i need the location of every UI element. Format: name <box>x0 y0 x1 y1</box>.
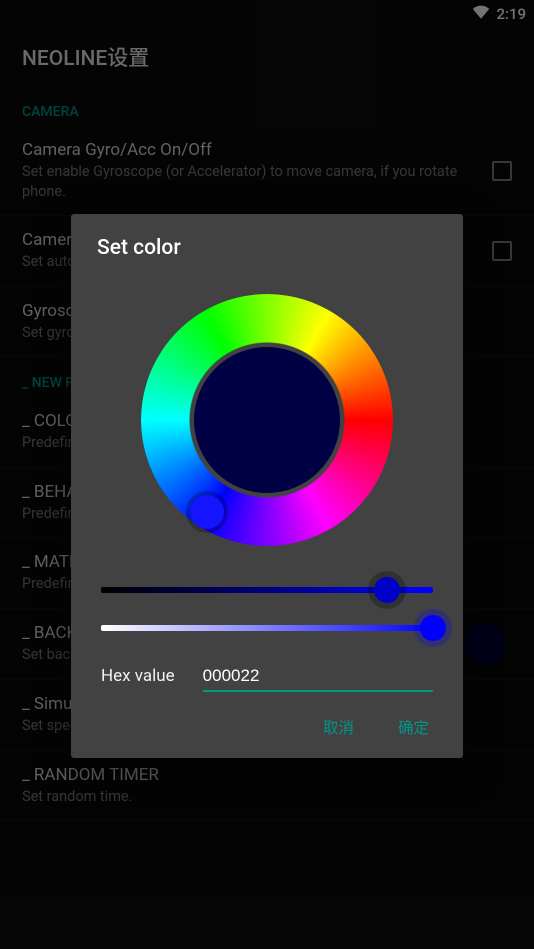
color-dialog: Set color Hex value 取消 确定 <box>71 214 463 758</box>
color-wheel[interactable] <box>141 294 393 546</box>
dialog-title: Set color <box>97 236 437 260</box>
hue-thumb[interactable] <box>190 495 224 529</box>
color-preview <box>194 347 340 493</box>
saturation-slider[interactable] <box>101 612 433 644</box>
slider-track <box>101 625 433 631</box>
hex-label: Hex value <box>101 666 175 686</box>
cancel-button[interactable]: 取消 <box>315 710 362 744</box>
hex-input[interactable] <box>203 662 433 692</box>
ok-button[interactable]: 确定 <box>390 710 437 744</box>
slider-thumb[interactable] <box>374 577 400 603</box>
slider-thumb[interactable] <box>420 615 446 641</box>
value-slider[interactable] <box>101 574 433 606</box>
dialog-scrim[interactable]: Set color Hex value 取消 确定 <box>0 0 534 949</box>
